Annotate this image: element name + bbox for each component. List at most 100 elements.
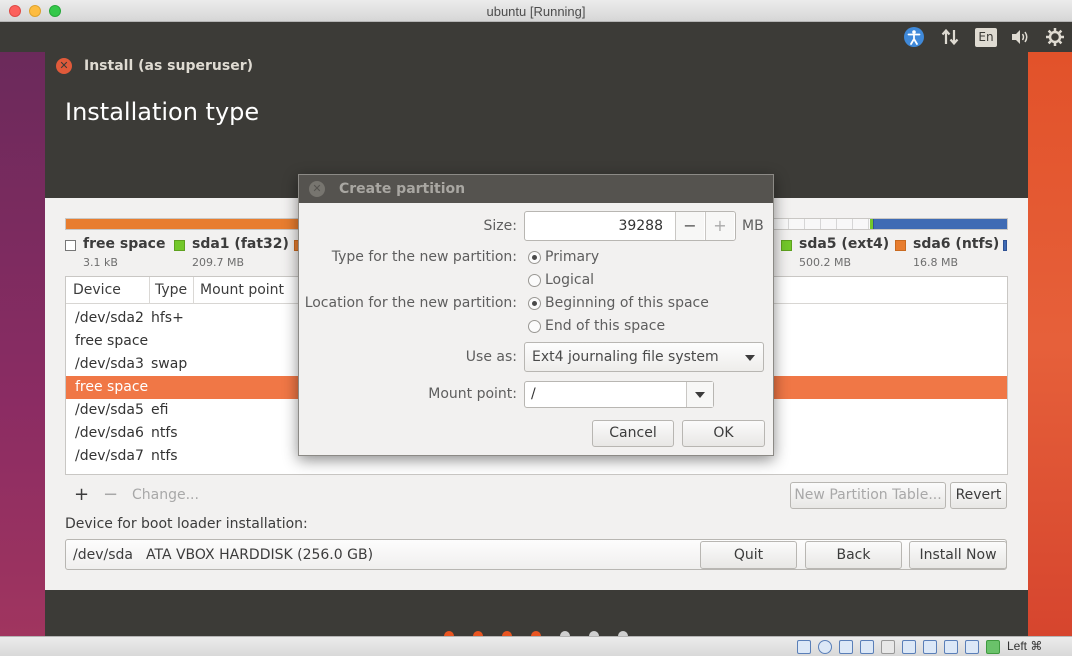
settings-gear-icon[interactable] bbox=[1044, 26, 1066, 48]
location-beginning-radio[interactable] bbox=[528, 297, 541, 310]
row-type: swap bbox=[151, 356, 188, 372]
mouse-integration-icon[interactable] bbox=[965, 640, 979, 654]
legend-name: sda1 (fat32) bbox=[192, 236, 289, 252]
column-header-type[interactable]: Type bbox=[155, 282, 187, 298]
dialog-close-button[interactable]: ✕ bbox=[309, 181, 325, 197]
mount-point-combo[interactable]: / bbox=[524, 381, 714, 408]
dropdown-arrow-icon bbox=[745, 355, 755, 361]
display-icon[interactable] bbox=[923, 640, 937, 654]
window-close-button[interactable]: ✕ bbox=[56, 58, 72, 74]
legend-size: 500.2 MB bbox=[799, 256, 852, 269]
legend-swatch bbox=[1003, 240, 1007, 251]
legend-name: free space bbox=[83, 236, 166, 252]
legend-size: 16.8 MB bbox=[913, 256, 959, 269]
row-type: ntfs bbox=[151, 448, 178, 464]
use-as-value: Ext4 journaling file system bbox=[532, 349, 719, 365]
window-title: Install (as superuser) bbox=[84, 58, 253, 74]
vbox-status-bar: Left ⌘ bbox=[0, 636, 1072, 656]
size-value: 39288 bbox=[618, 218, 663, 234]
row-device: /dev/sda7 bbox=[75, 448, 144, 464]
column-separator bbox=[149, 277, 150, 304]
dialog-titlebar: ✕ Create partition bbox=[299, 175, 773, 203]
row-device: /dev/sda5 bbox=[75, 402, 144, 418]
partition-type-label: Type for the new partition: bbox=[331, 249, 517, 265]
column-header-device[interactable]: Device bbox=[73, 282, 121, 298]
row-device: /dev/sda3 bbox=[75, 356, 144, 372]
change-partition-button[interactable]: Change... bbox=[132, 487, 199, 503]
type-primary-radio[interactable] bbox=[528, 251, 541, 264]
location-beginning-label[interactable]: Beginning of this space bbox=[545, 295, 709, 311]
install-now-button[interactable]: Install Now bbox=[909, 541, 1007, 569]
create-partition-dialog: ✕ Create partition Size: 39288 − + MB Ty… bbox=[298, 174, 774, 456]
installer-footer bbox=[45, 590, 1028, 641]
ok-button[interactable]: OK bbox=[682, 420, 765, 447]
host-titlebar: ubuntu [Running] bbox=[0, 0, 1072, 22]
row-device: free space bbox=[75, 333, 149, 349]
hard-disk-icon[interactable] bbox=[797, 640, 811, 654]
use-as-label: Use as: bbox=[465, 349, 517, 365]
revert-button[interactable]: Revert bbox=[950, 482, 1007, 509]
location-end-label[interactable]: End of this space bbox=[545, 318, 665, 334]
network-icon[interactable] bbox=[938, 26, 962, 48]
use-as-select[interactable]: Ext4 journaling file system bbox=[524, 342, 764, 372]
keyboard-layout-indicator[interactable]: En bbox=[975, 28, 997, 47]
mount-point-dropdown-button[interactable] bbox=[686, 382, 713, 407]
back-button[interactable]: Back bbox=[805, 541, 902, 569]
host-key-label: Left ⌘ bbox=[1007, 639, 1043, 653]
row-device: /dev/sda6 bbox=[75, 425, 144, 441]
optical-drive-icon[interactable] bbox=[818, 640, 832, 654]
host-window-title: ubuntu [Running] bbox=[486, 4, 586, 19]
type-logical-radio[interactable] bbox=[528, 274, 541, 287]
column-separator bbox=[193, 277, 194, 304]
size-decrement-button[interactable]: − bbox=[675, 212, 704, 240]
dialog-title: Create partition bbox=[339, 181, 466, 197]
cancel-button[interactable]: Cancel bbox=[592, 420, 674, 447]
legend-swatch bbox=[895, 240, 906, 251]
dropdown-arrow-icon bbox=[695, 392, 705, 398]
partition-location-label: Location for the new partition: bbox=[304, 295, 517, 311]
mount-point-input[interactable]: / bbox=[531, 386, 536, 402]
desktop-wallpaper-right bbox=[1028, 52, 1072, 636]
audio-icon[interactable] bbox=[839, 640, 853, 654]
legend-name: sda6 (ntfs) bbox=[913, 236, 1000, 252]
add-partition-button[interactable]: + bbox=[74, 484, 89, 505]
network-adapter-icon[interactable] bbox=[860, 640, 874, 654]
legend-swatch bbox=[174, 240, 185, 251]
boot-device: /dev/sda bbox=[73, 547, 133, 563]
accessibility-icon[interactable] bbox=[903, 26, 925, 48]
remove-partition-button[interactable]: − bbox=[103, 484, 118, 505]
usb-icon[interactable] bbox=[881, 640, 895, 654]
boot-device-description: ATA VBOX HARDDISK (256.0 GB) bbox=[146, 547, 374, 563]
legend-swatch bbox=[781, 240, 792, 251]
row-device: free space bbox=[75, 379, 149, 395]
type-primary-label[interactable]: Primary bbox=[545, 249, 599, 265]
new-partition-table-button[interactable]: New Partition Table... bbox=[790, 482, 946, 509]
partition-bar-segment-blue bbox=[873, 219, 1007, 229]
boot-loader-label: Device for boot loader installation: bbox=[65, 516, 308, 532]
volume-icon[interactable] bbox=[1008, 26, 1032, 48]
type-logical-label[interactable]: Logical bbox=[545, 272, 594, 288]
legend-size: 209.7 MB bbox=[192, 256, 245, 269]
ubuntu-top-panel: En bbox=[0, 22, 1072, 52]
legend-size: 3.1 kB bbox=[83, 256, 118, 269]
row-type: hfs+ bbox=[151, 310, 184, 326]
row-type: ntfs bbox=[151, 425, 178, 441]
page-title: Installation type bbox=[65, 98, 260, 126]
legend-swatch bbox=[65, 240, 76, 251]
video-capture-icon[interactable] bbox=[944, 640, 958, 654]
mount-point-label: Mount point: bbox=[428, 386, 517, 402]
shared-folders-icon[interactable] bbox=[902, 640, 916, 654]
size-label: Size: bbox=[483, 218, 517, 234]
row-type: efi bbox=[151, 402, 169, 418]
size-unit: MB bbox=[742, 218, 764, 234]
legend-name: sda5 (ext4) bbox=[799, 236, 890, 252]
cpu-activity-icon[interactable] bbox=[986, 640, 1000, 654]
size-increment-button[interactable]: + bbox=[705, 212, 734, 240]
quit-button[interactable]: Quit bbox=[700, 541, 797, 569]
location-end-radio[interactable] bbox=[528, 320, 541, 333]
size-spinbox[interactable]: 39288 − + bbox=[524, 211, 736, 241]
installer-titlebar: ✕ Install (as superuser) bbox=[45, 52, 1028, 80]
row-device: /dev/sda2 bbox=[75, 310, 144, 326]
desktop-wallpaper-left bbox=[0, 52, 45, 636]
column-header-mount-point[interactable]: Mount point bbox=[200, 282, 284, 298]
